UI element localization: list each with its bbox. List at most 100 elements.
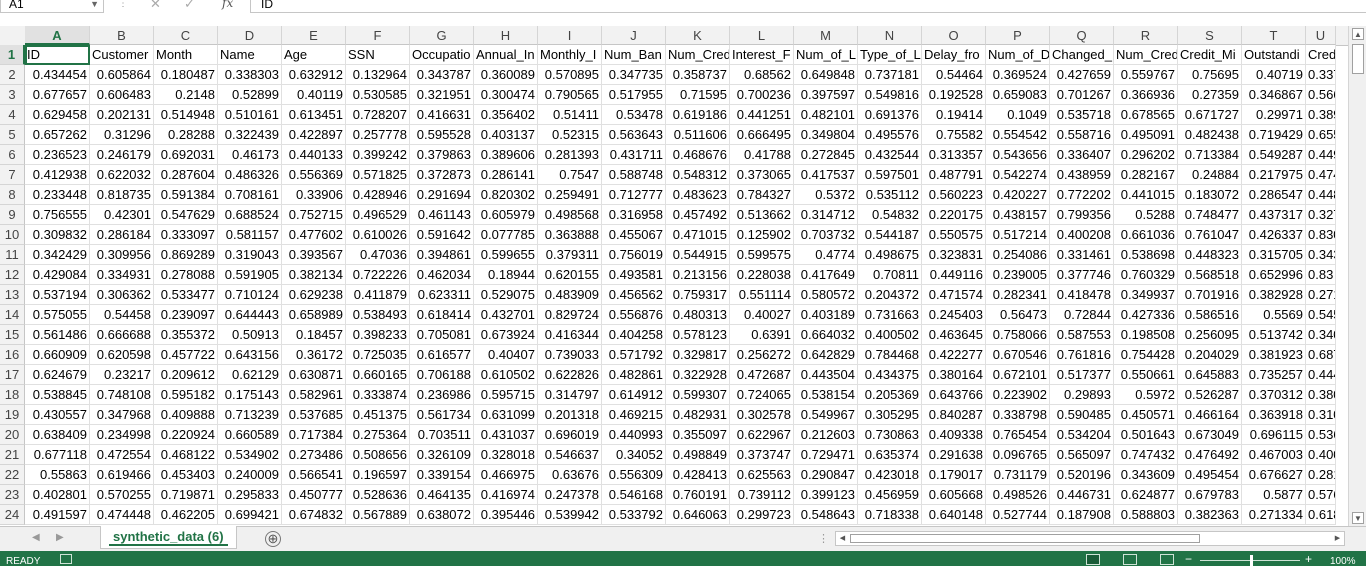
cell-p13[interactable]: 0.282341 [986, 285, 1050, 305]
cell-s7[interactable]: 0.24884 [1178, 165, 1242, 185]
cell-u9[interactable]: 0.327 [1306, 205, 1336, 225]
cell-e4[interactable]: 0.613451 [282, 105, 346, 125]
cell-a24[interactable]: 0.491597 [25, 505, 90, 525]
cell-p4[interactable]: 0.1049 [986, 105, 1050, 125]
cell-u24[interactable]: 0.618 [1306, 505, 1336, 525]
row-header-17[interactable]: 17 [0, 365, 25, 385]
cell-e24[interactable]: 0.674832 [282, 505, 346, 525]
enter-icon[interactable]: ✓ [184, 0, 195, 12]
cell-u15[interactable]: 0.340 [1306, 325, 1336, 345]
sheet-tab-active[interactable]: synthetic_data (6) [100, 526, 237, 549]
cell-e3[interactable]: 0.40119 [282, 85, 346, 105]
cell-o13[interactable]: 0.471574 [922, 285, 986, 305]
cell-h5[interactable]: 0.403137 [474, 125, 538, 145]
cell-t12[interactable]: 0.652996 [1242, 265, 1306, 285]
cell-n1[interactable]: Type_of_L [858, 45, 922, 65]
cell-m2[interactable]: 0.649848 [794, 65, 858, 85]
scroll-up-icon[interactable]: ▲ [1352, 28, 1364, 40]
cell-g13[interactable]: 0.623311 [410, 285, 474, 305]
cell-k20[interactable]: 0.355097 [666, 425, 730, 445]
cell-r12[interactable]: 0.760329 [1114, 265, 1178, 285]
cell-t14[interactable]: 0.5569 [1242, 305, 1306, 325]
cell-c4[interactable]: 0.514948 [154, 105, 218, 125]
cell-l11[interactable]: 0.599575 [730, 245, 794, 265]
cell-q19[interactable]: 0.590485 [1050, 405, 1114, 425]
cell-q15[interactable]: 0.587553 [1050, 325, 1114, 345]
cell-f10[interactable]: 0.610026 [346, 225, 410, 245]
cell-a16[interactable]: 0.660909 [25, 345, 90, 365]
add-sheet-icon[interactable]: ⊕ [265, 531, 281, 547]
cell-d22[interactable]: 0.240009 [218, 465, 282, 485]
cell-u19[interactable]: 0.310 [1306, 405, 1336, 425]
column-header-i[interactable]: I [538, 26, 602, 45]
cell-t9[interactable]: 0.437317 [1242, 205, 1306, 225]
cell-g12[interactable]: 0.462034 [410, 265, 474, 285]
cell-d21[interactable]: 0.534902 [218, 445, 282, 465]
cell-r15[interactable]: 0.198508 [1114, 325, 1178, 345]
cell-s17[interactable]: 0.645883 [1178, 365, 1242, 385]
cell-a8[interactable]: 0.233448 [25, 185, 90, 205]
cell-a14[interactable]: 0.575055 [25, 305, 90, 325]
cell-o23[interactable]: 0.605668 [922, 485, 986, 505]
cell-g17[interactable]: 0.706188 [410, 365, 474, 385]
cell-h9[interactable]: 0.605979 [474, 205, 538, 225]
cell-b14[interactable]: 0.54458 [90, 305, 154, 325]
cell-k24[interactable]: 0.646063 [666, 505, 730, 525]
cell-h8[interactable]: 0.820302 [474, 185, 538, 205]
cell-d3[interactable]: 0.52899 [218, 85, 282, 105]
cell-t13[interactable]: 0.382928 [1242, 285, 1306, 305]
cell-u18[interactable]: 0.380 [1306, 385, 1336, 405]
cell-f14[interactable]: 0.538493 [346, 305, 410, 325]
row-header-9[interactable]: 9 [0, 205, 25, 225]
cell-s22[interactable]: 0.495454 [1178, 465, 1242, 485]
cell-n18[interactable]: 0.205369 [858, 385, 922, 405]
cell-o5[interactable]: 0.75582 [922, 125, 986, 145]
cell-n3[interactable]: 0.549816 [858, 85, 922, 105]
cell-k14[interactable]: 0.480313 [666, 305, 730, 325]
row-header-7[interactable]: 7 [0, 165, 25, 185]
cell-j20[interactable]: 0.440993 [602, 425, 666, 445]
cell-j2[interactable]: 0.347735 [602, 65, 666, 85]
cell-g3[interactable]: 0.321951 [410, 85, 474, 105]
cell-e13[interactable]: 0.629238 [282, 285, 346, 305]
cell-f15[interactable]: 0.398233 [346, 325, 410, 345]
cell-r4[interactable]: 0.678565 [1114, 105, 1178, 125]
cell-i8[interactable]: 0.259491 [538, 185, 602, 205]
cell-g22[interactable]: 0.339154 [410, 465, 474, 485]
cell-u14[interactable]: 0.545 [1306, 305, 1336, 325]
column-header-s[interactable]: S [1178, 26, 1242, 45]
cell-m14[interactable]: 0.403189 [794, 305, 858, 325]
cell-n8[interactable]: 0.535112 [858, 185, 922, 205]
cell-f8[interactable]: 0.428946 [346, 185, 410, 205]
cell-f11[interactable]: 0.47036 [346, 245, 410, 265]
cell-g19[interactable]: 0.561734 [410, 405, 474, 425]
cell-s16[interactable]: 0.204029 [1178, 345, 1242, 365]
cell-m15[interactable]: 0.664032 [794, 325, 858, 345]
cell-m4[interactable]: 0.482101 [794, 105, 858, 125]
row-header-18[interactable]: 18 [0, 385, 25, 405]
cell-h2[interactable]: 0.360089 [474, 65, 538, 85]
cell-s14[interactable]: 0.586516 [1178, 305, 1242, 325]
cell-o10[interactable]: 0.550575 [922, 225, 986, 245]
cell-n13[interactable]: 0.204372 [858, 285, 922, 305]
cell-q18[interactable]: 0.29893 [1050, 385, 1114, 405]
cell-m7[interactable]: 0.417537 [794, 165, 858, 185]
cell-i14[interactable]: 0.829724 [538, 305, 602, 325]
cell-n10[interactable]: 0.544187 [858, 225, 922, 245]
cell-f1[interactable]: SSN [346, 45, 410, 65]
cell-j14[interactable]: 0.556876 [602, 305, 666, 325]
cell-i3[interactable]: 0.790565 [538, 85, 602, 105]
cell-c3[interactable]: 0.2148 [154, 85, 218, 105]
cell-e7[interactable]: 0.556369 [282, 165, 346, 185]
cell-q1[interactable]: Changed_ [1050, 45, 1114, 65]
cell-s3[interactable]: 0.27359 [1178, 85, 1242, 105]
name-box[interactable]: A1 ▼ [0, 0, 104, 13]
cell-r6[interactable]: 0.296202 [1114, 145, 1178, 165]
cell-h16[interactable]: 0.40407 [474, 345, 538, 365]
cell-r19[interactable]: 0.450571 [1114, 405, 1178, 425]
cell-p8[interactable]: 0.420227 [986, 185, 1050, 205]
cell-g1[interactable]: Occupatio [410, 45, 474, 65]
column-header-f[interactable]: F [346, 26, 410, 45]
cell-j13[interactable]: 0.456562 [602, 285, 666, 305]
cell-g20[interactable]: 0.703511 [410, 425, 474, 445]
